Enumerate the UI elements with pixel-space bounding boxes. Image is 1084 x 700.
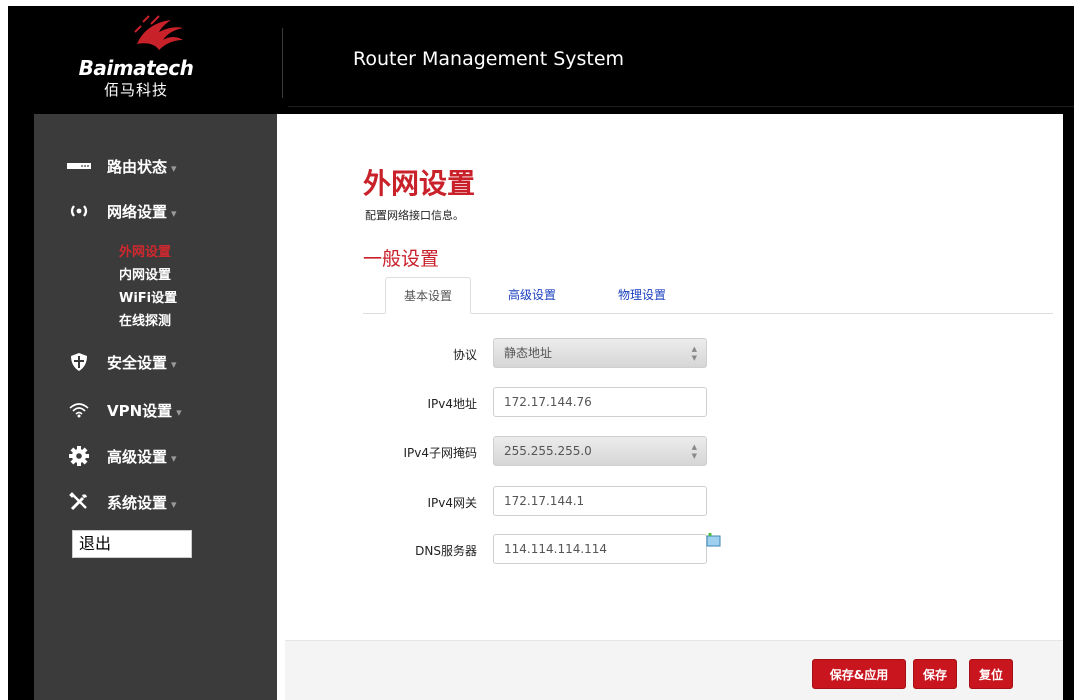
horse-logo-icon (134, 15, 183, 50)
header-divider (282, 28, 283, 98)
ipv4-gateway-label: IPv4网关 (427, 496, 477, 510)
protocol-select-value: 静态地址 (504, 346, 553, 360)
tab-physical-settings[interactable]: 物理设置 (607, 277, 677, 314)
sub-item-wan-settings[interactable]: 外网设置 (119, 241, 171, 260)
form-footer: 保存&应用 保存 复位 (285, 640, 1063, 700)
app-window: Baimatech 佰马科技 Router Management System … (8, 6, 1074, 700)
sidebar-item-vpn-settings[interactable]: VPN设置 ▾ (34, 395, 277, 425)
dns-server-input[interactable] (493, 534, 707, 564)
page-title: 外网设置 (363, 167, 476, 200)
sidebar-item-label: 安全设置 ▾ (107, 353, 177, 372)
ipv4-netmask-select[interactable]: 255.255.255.0 ▲ ▼ (493, 436, 707, 466)
chevron-down-icon: ▾ (171, 206, 177, 220)
router-status-icon (67, 154, 91, 178)
logout-button[interactable]: 退出 (72, 530, 192, 558)
sidebar-item-label: 网络设置 ▾ (107, 202, 177, 221)
gear-icon (67, 444, 91, 468)
chevron-down-icon: ▾ (171, 161, 177, 175)
reset-button[interactable]: 复位 (969, 659, 1013, 689)
main-content: 外网设置 配置网络接口信息。 一般设置 基本设置 高级设置 物理设置 协议 静态… (277, 114, 1063, 700)
sidebar-item-label: 系统设置 ▾ (107, 493, 177, 512)
save-apply-button[interactable]: 保存&应用 (812, 659, 906, 689)
chevron-down-icon: ▾ (171, 357, 177, 371)
chevron-down-icon: ▾ (171, 497, 177, 511)
ipv4-address-label: IPv4地址 (427, 397, 477, 411)
logo-chinese-text: 佰马科技 (103, 81, 168, 99)
sub-item-online-detection[interactable]: 在线探测 (119, 310, 171, 329)
protocol-label: 协议 (452, 348, 477, 362)
network-signal-icon (67, 199, 91, 223)
sidebar-item-advanced-settings[interactable]: 高级设置 ▾ (34, 441, 277, 471)
app-title: Router Management System (353, 48, 625, 70)
add-dns-icon[interactable] (706, 533, 722, 547)
save-button[interactable]: 保存 (913, 659, 957, 689)
sidebar-item-system-settings[interactable]: 系统设置 ▾ (34, 487, 277, 517)
tab-advanced-settings[interactable]: 高级设置 (497, 277, 567, 314)
ipv4-netmask-label: IPv4子网掩码 (403, 446, 477, 460)
sidebar-item-label: 高级设置 ▾ (107, 447, 177, 466)
sidebar-item-router-status[interactable]: 路由状态 ▾ (34, 151, 277, 181)
tools-icon (67, 490, 91, 514)
sub-item-lan-settings[interactable]: 内网设置 (119, 264, 171, 283)
page-frame: Baimatech 佰马科技 Router Management System … (0, 0, 1084, 700)
section-title: 一般设置 (363, 248, 440, 270)
page-description: 配置网络接口信息。 (365, 209, 464, 222)
vpn-wifi-icon (67, 398, 91, 422)
sub-item-wifi-settings[interactable]: WiFi设置 (119, 287, 177, 306)
logo-text: Baimatech (78, 56, 194, 80)
brand-logo: Baimatech 佰马科技 (16, 6, 282, 112)
header-underline (288, 106, 1074, 107)
ipv4-address-input[interactable] (493, 387, 707, 417)
sidebar-item-label: VPN设置 ▾ (107, 401, 182, 420)
select-arrows-icon: ▲ ▼ (691, 345, 697, 362)
dns-server-label: DNS服务器 (415, 544, 477, 558)
chevron-down-icon: ▾ (171, 451, 177, 465)
sidebar: 路由状态 ▾ 网络设置 ▾ 外网设置 内网设置 WiFi设置 在线探测 安全设置 ▾ … (34, 114, 277, 700)
ipv4-gateway-input[interactable] (493, 486, 707, 516)
select-arrows-icon: ▲ ▼ (691, 443, 697, 460)
shield-icon (67, 350, 91, 374)
sidebar-item-security-settings[interactable]: 安全设置 ▾ (34, 347, 277, 377)
chevron-down-icon: ▾ (176, 405, 182, 419)
sidebar-item-label: 路由状态 ▾ (107, 157, 177, 176)
ipv4-netmask-select-value: 255.255.255.0 (504, 444, 592, 458)
protocol-select[interactable]: 静态地址 ▲ ▼ (493, 338, 707, 368)
tab-basic-settings[interactable]: 基本设置 (385, 277, 471, 314)
sidebar-item-network-settings[interactable]: 网络设置 ▾ (34, 196, 277, 226)
